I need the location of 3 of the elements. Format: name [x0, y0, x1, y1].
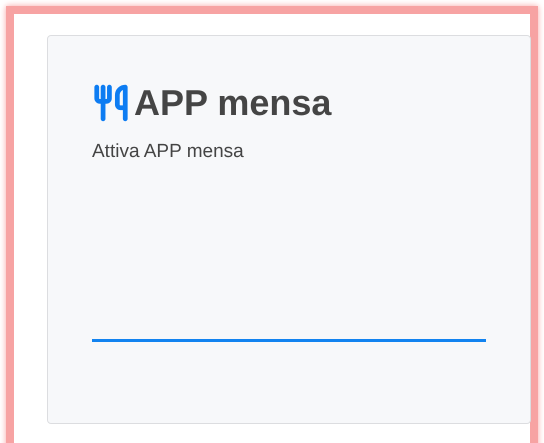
utensils-icon	[92, 82, 130, 124]
card-title: APP mensa	[134, 85, 332, 121]
card-description: Attiva APP mensa	[92, 142, 245, 161]
